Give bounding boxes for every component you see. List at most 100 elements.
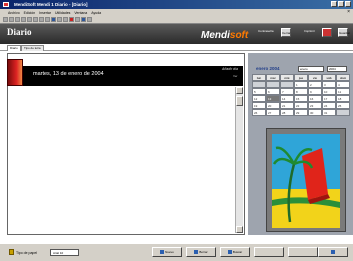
calendar-day[interactable]: 22 [294, 102, 308, 109]
calendar-blank-cell [266, 81, 280, 88]
tab-diario[interactable]: Diario [7, 45, 21, 51]
calendar-month-title: enero 2004 [256, 66, 280, 71]
vertical-scrollbar[interactable] [235, 87, 243, 233]
scroll-thumb[interactable] [236, 96, 243, 106]
page-title: Diario [7, 27, 32, 37]
calendar-grid: lun mar mié jue vie sáb dom 1 2 3 4 5 6 7 8 9 10 11 12 13 14… [252, 74, 350, 116]
calendar-day[interactable]: 26 [252, 109, 266, 116]
nav-next-button[interactable] [288, 247, 318, 257]
close-document-icon[interactable]: × [347, 9, 350, 16]
calendar-day[interactable]: 18 [336, 95, 350, 102]
new-entry-label: Nuevo [165, 250, 174, 254]
paste-icon[interactable] [45, 17, 50, 22]
menu-insertar[interactable]: Insertar [39, 11, 51, 15]
header-label-print: Imprimir [304, 29, 315, 33]
calendar-day[interactable]: 4 [336, 81, 350, 88]
header-button-close[interactable]: Cerrar [281, 28, 291, 37]
calendar-day[interactable]: 8 [294, 88, 308, 95]
calendar-day[interactable]: 17 [322, 95, 336, 102]
search-button[interactable]: Buscar [220, 247, 250, 257]
maximize-button[interactable] [338, 1, 344, 7]
weekday-header: mié [280, 74, 294, 81]
diary-text-area[interactable] [9, 87, 235, 233]
calendar-day[interactable]: 7 [280, 88, 294, 95]
menu-ayuda[interactable]: Ayuda [91, 11, 101, 15]
new-doc-icon[interactable] [3, 17, 8, 22]
calendar-day[interactable]: 6 [266, 88, 280, 95]
print-icon[interactable] [21, 17, 26, 22]
close-window-button[interactable] [345, 1, 351, 7]
calendar-day[interactable]: 30 [308, 109, 322, 116]
cut-icon[interactable] [33, 17, 38, 22]
new-entry-button[interactable]: Nuevo [152, 247, 182, 257]
bold-icon[interactable] [51, 17, 56, 22]
calendar-day[interactable]: 24 [322, 102, 336, 109]
save-icon[interactable] [15, 17, 20, 22]
entry-date: martes, 13 de enero de 2004 [33, 71, 104, 77]
open-icon[interactable] [9, 17, 14, 22]
paper-type-select[interactable]: Arial 10 [50, 249, 79, 256]
palm-tree-beach-icon [272, 134, 340, 228]
underline-icon[interactable] [63, 17, 68, 22]
calendar-day[interactable]: 23 [308, 102, 322, 109]
calendar-day[interactable]: 13 [266, 95, 280, 102]
calendar-day[interactable]: 9 [308, 88, 322, 95]
calendar-day[interactable]: 2 [308, 81, 322, 88]
delete-button[interactable]: Borrar [186, 247, 216, 257]
calendar-day[interactable]: 5 [252, 88, 266, 95]
nav-prev-button[interactable] [254, 247, 284, 257]
minimize-button[interactable] [331, 1, 337, 7]
calendar-day[interactable]: 28 [280, 109, 294, 116]
calendar-day[interactable]: 21 [280, 102, 294, 109]
calendar-day[interactable]: 25 [336, 102, 350, 109]
calendar-day[interactable]: 31 [322, 109, 336, 116]
red-book-icon [7, 59, 23, 86]
header-button-red[interactable] [322, 28, 332, 37]
calendar-day[interactable]: 20 [266, 102, 280, 109]
calendar-day[interactable]: 14 [280, 95, 294, 102]
calendar-day[interactable]: 16 [308, 95, 322, 102]
scroll-up-button[interactable] [236, 87, 243, 94]
toolbar [0, 16, 353, 24]
calendar-day[interactable]: 12 [252, 95, 266, 102]
menu-ventana[interactable]: Ventana [74, 11, 87, 15]
tab-tipo-letra[interactable]: Tipo de letra [21, 45, 44, 51]
app-icon [3, 2, 9, 7]
window-titlebar: MendiSoft Mendi 1 Diario - [Diario] [0, 0, 353, 9]
calendar-day[interactable]: 15 [294, 95, 308, 102]
color-icon[interactable] [69, 17, 74, 22]
add-day-label[interactable]: Añadir día [222, 67, 238, 71]
calendar-day[interactable]: 3 [322, 81, 336, 88]
calendar-blank-cell [336, 109, 350, 116]
help-icon[interactable] [87, 17, 92, 22]
image-icon[interactable] [81, 17, 86, 22]
calendar-day[interactable]: 27 [266, 109, 280, 116]
brand-accent: soft [229, 30, 249, 41]
view-label[interactable]: Ver [233, 74, 238, 78]
scroll-down-button[interactable] [236, 226, 243, 233]
weekday-header: jue [294, 74, 308, 81]
menu-bar: Archivo Edición Insertar Utilidades Vent… [0, 9, 353, 16]
menu-utilidades[interactable]: Utilidades [55, 11, 70, 15]
year-select[interactable]: 2004 [327, 66, 347, 72]
header-button-save[interactable]: Guardar [338, 28, 350, 37]
tab-bar: Diario Tipo de letra [0, 44, 353, 51]
calendar-day[interactable]: 11 [336, 88, 350, 95]
calendar-day[interactable]: 1 [294, 81, 308, 88]
window-title: MendiSoft Mendi 1 Diario - [Diario] [14, 2, 88, 7]
calendar-day[interactable]: 29 [294, 109, 308, 116]
italic-icon[interactable] [57, 17, 62, 22]
weekday-header: dom [336, 74, 350, 81]
calendar-day[interactable]: 10 [322, 88, 336, 95]
delete-icon [194, 250, 199, 255]
copy-icon[interactable] [39, 17, 44, 22]
month-select[interactable]: enero [298, 66, 324, 72]
weekday-header: lun [252, 74, 266, 81]
menu-edicion[interactable]: Edición [24, 11, 35, 15]
align-icon[interactable] [75, 17, 80, 22]
menu-archivo[interactable]: Archivo [8, 11, 20, 15]
exit-button[interactable] [318, 247, 348, 257]
calendar-day[interactable]: 19 [252, 102, 266, 109]
preview-icon[interactable] [27, 17, 32, 22]
brand-logo: Mendisoft [201, 30, 248, 41]
